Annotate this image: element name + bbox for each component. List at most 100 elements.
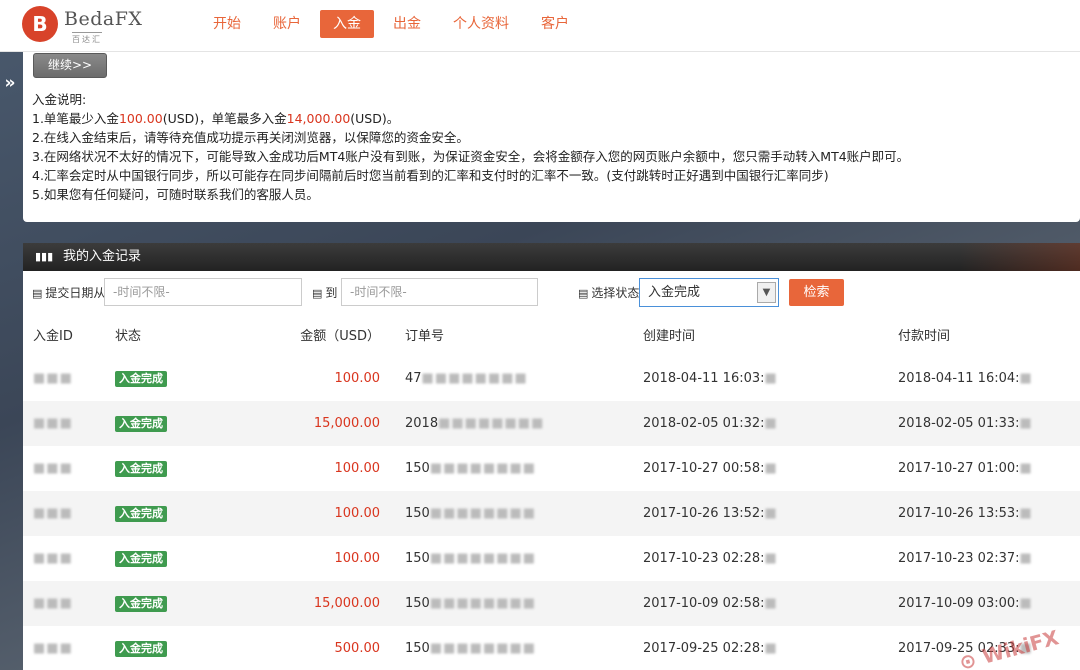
- continue-button[interactable]: 继续>>: [33, 53, 107, 78]
- amount-cell: 15,000.00: [255, 581, 400, 626]
- table-row[interactable]: ■■■ 入金完成 15,000.00 150■■■■■■■■ 2017-10-09 02…: [23, 581, 1080, 626]
- main-nav: 开始 账户 入金 出金 个人资料 客户: [200, 10, 582, 38]
- table-row[interactable]: ■■■ 入金完成 100.00 150■■■■■■■■ 2017-10-27 00:58…: [23, 446, 1080, 491]
- col-order-no[interactable]: 订单号: [400, 312, 643, 356]
- instruction-line-3: 3.在网络状况不太好的情况下，可能导致入金成功后MT4账户没有到账，为保证资金安…: [32, 149, 910, 164]
- amount-cell: 100.00: [334, 461, 381, 476]
- created-time-cell: 2017-10-23 02:28:■: [643, 551, 778, 566]
- instruction-line-5: 5.如果您有任何疑问，可随时联系我们的客服人员。: [32, 187, 319, 202]
- paid-time-cell: 2017-10-26 13:53:■: [898, 491, 1080, 536]
- deposit-instructions: 入金说明: 1.单笔最少入金100.00(USD)，单笔最多入金14,000.0…: [32, 90, 909, 204]
- paid-time-cell: 2017-10-09 03:00:■: [898, 581, 1080, 626]
- date-from-input[interactable]: -时间不限-: [104, 278, 302, 306]
- search-button[interactable]: 检索: [789, 279, 844, 306]
- status-cell: 入金完成: [115, 446, 255, 491]
- nav-start[interactable]: 开始: [200, 10, 254, 38]
- deposit-records-panel: ▮▮▮ 我的入金记录 ▤ 提交日期从 -时间不限- ▤ 到 -时间不限- ▤ 选择状态 …: [23, 243, 1080, 670]
- table-row[interactable]: ■■■ 入金完成 100.00 150■■■■■■■■ 2017-10-26 13:52…: [23, 491, 1080, 536]
- amount-cell: 100.00: [334, 551, 381, 566]
- col-deposit-id[interactable]: 入金ID: [23, 312, 115, 356]
- calendar-icon: ▤: [578, 287, 589, 300]
- deposit-id-cell: ■■■: [23, 581, 115, 626]
- nav-account[interactable]: 账户: [260, 10, 314, 38]
- table-row[interactable]: ■■■ 入金完成 100.00 47■■■■■■■■ 2018-04-11 16:03:…: [23, 356, 1080, 401]
- table-row[interactable]: ■■■ 入金完成 15,000.00 2018■■■■■■■■ 2018-02-05 0…: [23, 401, 1080, 446]
- amount-cell: 15,000.00: [255, 401, 400, 446]
- logo-mark-icon: B: [22, 6, 58, 42]
- paid-time-cell: 2018-04-11 16:04:■: [898, 371, 1033, 386]
- nav-clients[interactable]: 客户: [528, 10, 582, 38]
- status-badge: 入金完成: [115, 370, 167, 387]
- order-no-cell: 150■■■■■■■■: [405, 641, 537, 656]
- deposit-id-cell: ■■■: [33, 371, 73, 386]
- col-paid[interactable]: 付款时间: [898, 312, 1080, 356]
- instructions-title: 入金说明:: [32, 92, 87, 107]
- col-amount[interactable]: 金额（USD）: [255, 312, 400, 356]
- deposit-records-table: 入金ID 状态 金额（USD） 订单号 创建时间 付款时间 ■■■ 入金完成 100…: [23, 312, 1080, 670]
- status-label: ▤ 选择状态: [578, 286, 640, 300]
- status-badge: 入金完成: [115, 415, 167, 432]
- brand-logo[interactable]: B BedaFX 百达汇: [22, 6, 142, 46]
- order-no-cell: 150■■■■■■■■: [405, 551, 537, 566]
- instruction-line-4: 4.汇率会定时从中国银行同步，所以可能存在同步间隔前后时您当前看到的汇率和支付时…: [32, 168, 829, 183]
- order-no-cell: 150■■■■■■■■: [400, 491, 643, 536]
- status-badge: 入金完成: [115, 640, 167, 657]
- paid-time-cell: 2017-10-27 01:00:■: [898, 461, 1033, 476]
- calendar-icon: ▤: [312, 287, 323, 300]
- table-row[interactable]: ■■■ 入金完成 100.00 150■■■■■■■■ 2017-10-23 02:28…: [23, 536, 1080, 581]
- col-status[interactable]: 状态: [115, 312, 255, 356]
- nav-deposit[interactable]: 入金: [320, 10, 374, 38]
- table-row[interactable]: ■■■ 入金完成 500.00 150■■■■■■■■ 2017-09-25 02:28…: [23, 626, 1080, 670]
- status-cell: 入金完成: [115, 581, 255, 626]
- paid-time-cell: 2017-10-23 02:37:■: [898, 551, 1033, 566]
- date-to-input[interactable]: -时间不限-: [341, 278, 538, 306]
- date-from-label: ▤ 提交日期从: [32, 286, 106, 300]
- brand-name: BedaFX: [64, 8, 143, 30]
- brand-subtitle: 百达汇: [72, 32, 102, 45]
- created-time-cell: 2018-02-05 01:32:■: [643, 401, 898, 446]
- deposit-id-cell: ■■■: [33, 551, 73, 566]
- status-badge: 入金完成: [115, 595, 167, 612]
- table-header-row: 入金ID 状态 金额（USD） 订单号 创建时间 付款时间: [23, 312, 1080, 356]
- order-no-cell: 150■■■■■■■■: [400, 581, 643, 626]
- instruction-line-1: 1.单笔最少入金100.00(USD)，单笔最多入金14,000.00(USD)…: [32, 111, 400, 126]
- header-decoration: [960, 243, 1080, 271]
- amount-cell: 100.00: [334, 371, 381, 386]
- deposit-id-cell: ■■■: [23, 401, 115, 446]
- chevron-down-icon[interactable]: ▼: [757, 282, 776, 303]
- status-cell: 入金完成: [115, 536, 255, 581]
- created-time-cell: 2018-04-11 16:03:■: [643, 371, 778, 386]
- sidebar-expand-icon[interactable]: »: [0, 66, 20, 100]
- instruction-line-2: 2.在线入金结束后，请等待充值成功提示再关闭浏览器，以保障您的资金安全。: [32, 130, 469, 145]
- status-select-value: 入金完成: [648, 285, 701, 300]
- created-time-cell: 2017-10-27 00:58:■: [643, 461, 778, 476]
- status-cell: 入金完成: [115, 356, 255, 401]
- deposit-info-panel: 继续>> 入金说明: 1.单笔最少入金100.00(USD)，单笔最多入金14,…: [23, 52, 1080, 222]
- order-no-cell: 47■■■■■■■■: [405, 371, 528, 386]
- bar-chart-icon: ▮▮▮: [35, 250, 54, 263]
- nav-withdraw[interactable]: 出金: [380, 10, 434, 38]
- amount-cell: 100.00: [255, 491, 400, 536]
- order-no-cell: 2018■■■■■■■■: [400, 401, 643, 446]
- created-time-cell: 2017-10-09 02:58:■: [643, 581, 898, 626]
- records-title: 我的入金记录: [63, 249, 142, 264]
- nav-profile[interactable]: 个人资料: [440, 10, 522, 38]
- amount-cell: 500.00: [334, 641, 381, 656]
- deposit-id-cell: ■■■: [33, 461, 73, 476]
- created-time-cell: 2017-09-25 02:28:■: [643, 641, 778, 656]
- status-select[interactable]: 入金完成 ▼: [639, 278, 779, 307]
- status-cell: 入金完成: [115, 491, 255, 536]
- date-to-label: ▤ 到: [312, 286, 338, 300]
- deposit-id-cell: ■■■: [23, 491, 115, 536]
- col-created[interactable]: 创建时间: [643, 312, 898, 356]
- calendar-icon: ▤: [32, 287, 43, 300]
- top-navbar: B BedaFX 百达汇 开始 账户 入金 出金 个人资料 客户: [0, 0, 1080, 52]
- status-cell: 入金完成: [115, 401, 255, 446]
- records-header: ▮▮▮ 我的入金记录: [23, 243, 1080, 271]
- paid-time-cell: 2018-02-05 01:33:■: [898, 401, 1080, 446]
- order-no-cell: 150■■■■■■■■: [405, 461, 537, 476]
- filter-bar: ▤ 提交日期从 -时间不限- ▤ 到 -时间不限- ▤ 选择状态 入金完成 ▼ 检索: [23, 278, 1080, 308]
- status-badge: 入金完成: [115, 505, 167, 522]
- status-badge: 入金完成: [115, 550, 167, 567]
- status-cell: 入金完成: [115, 626, 255, 670]
